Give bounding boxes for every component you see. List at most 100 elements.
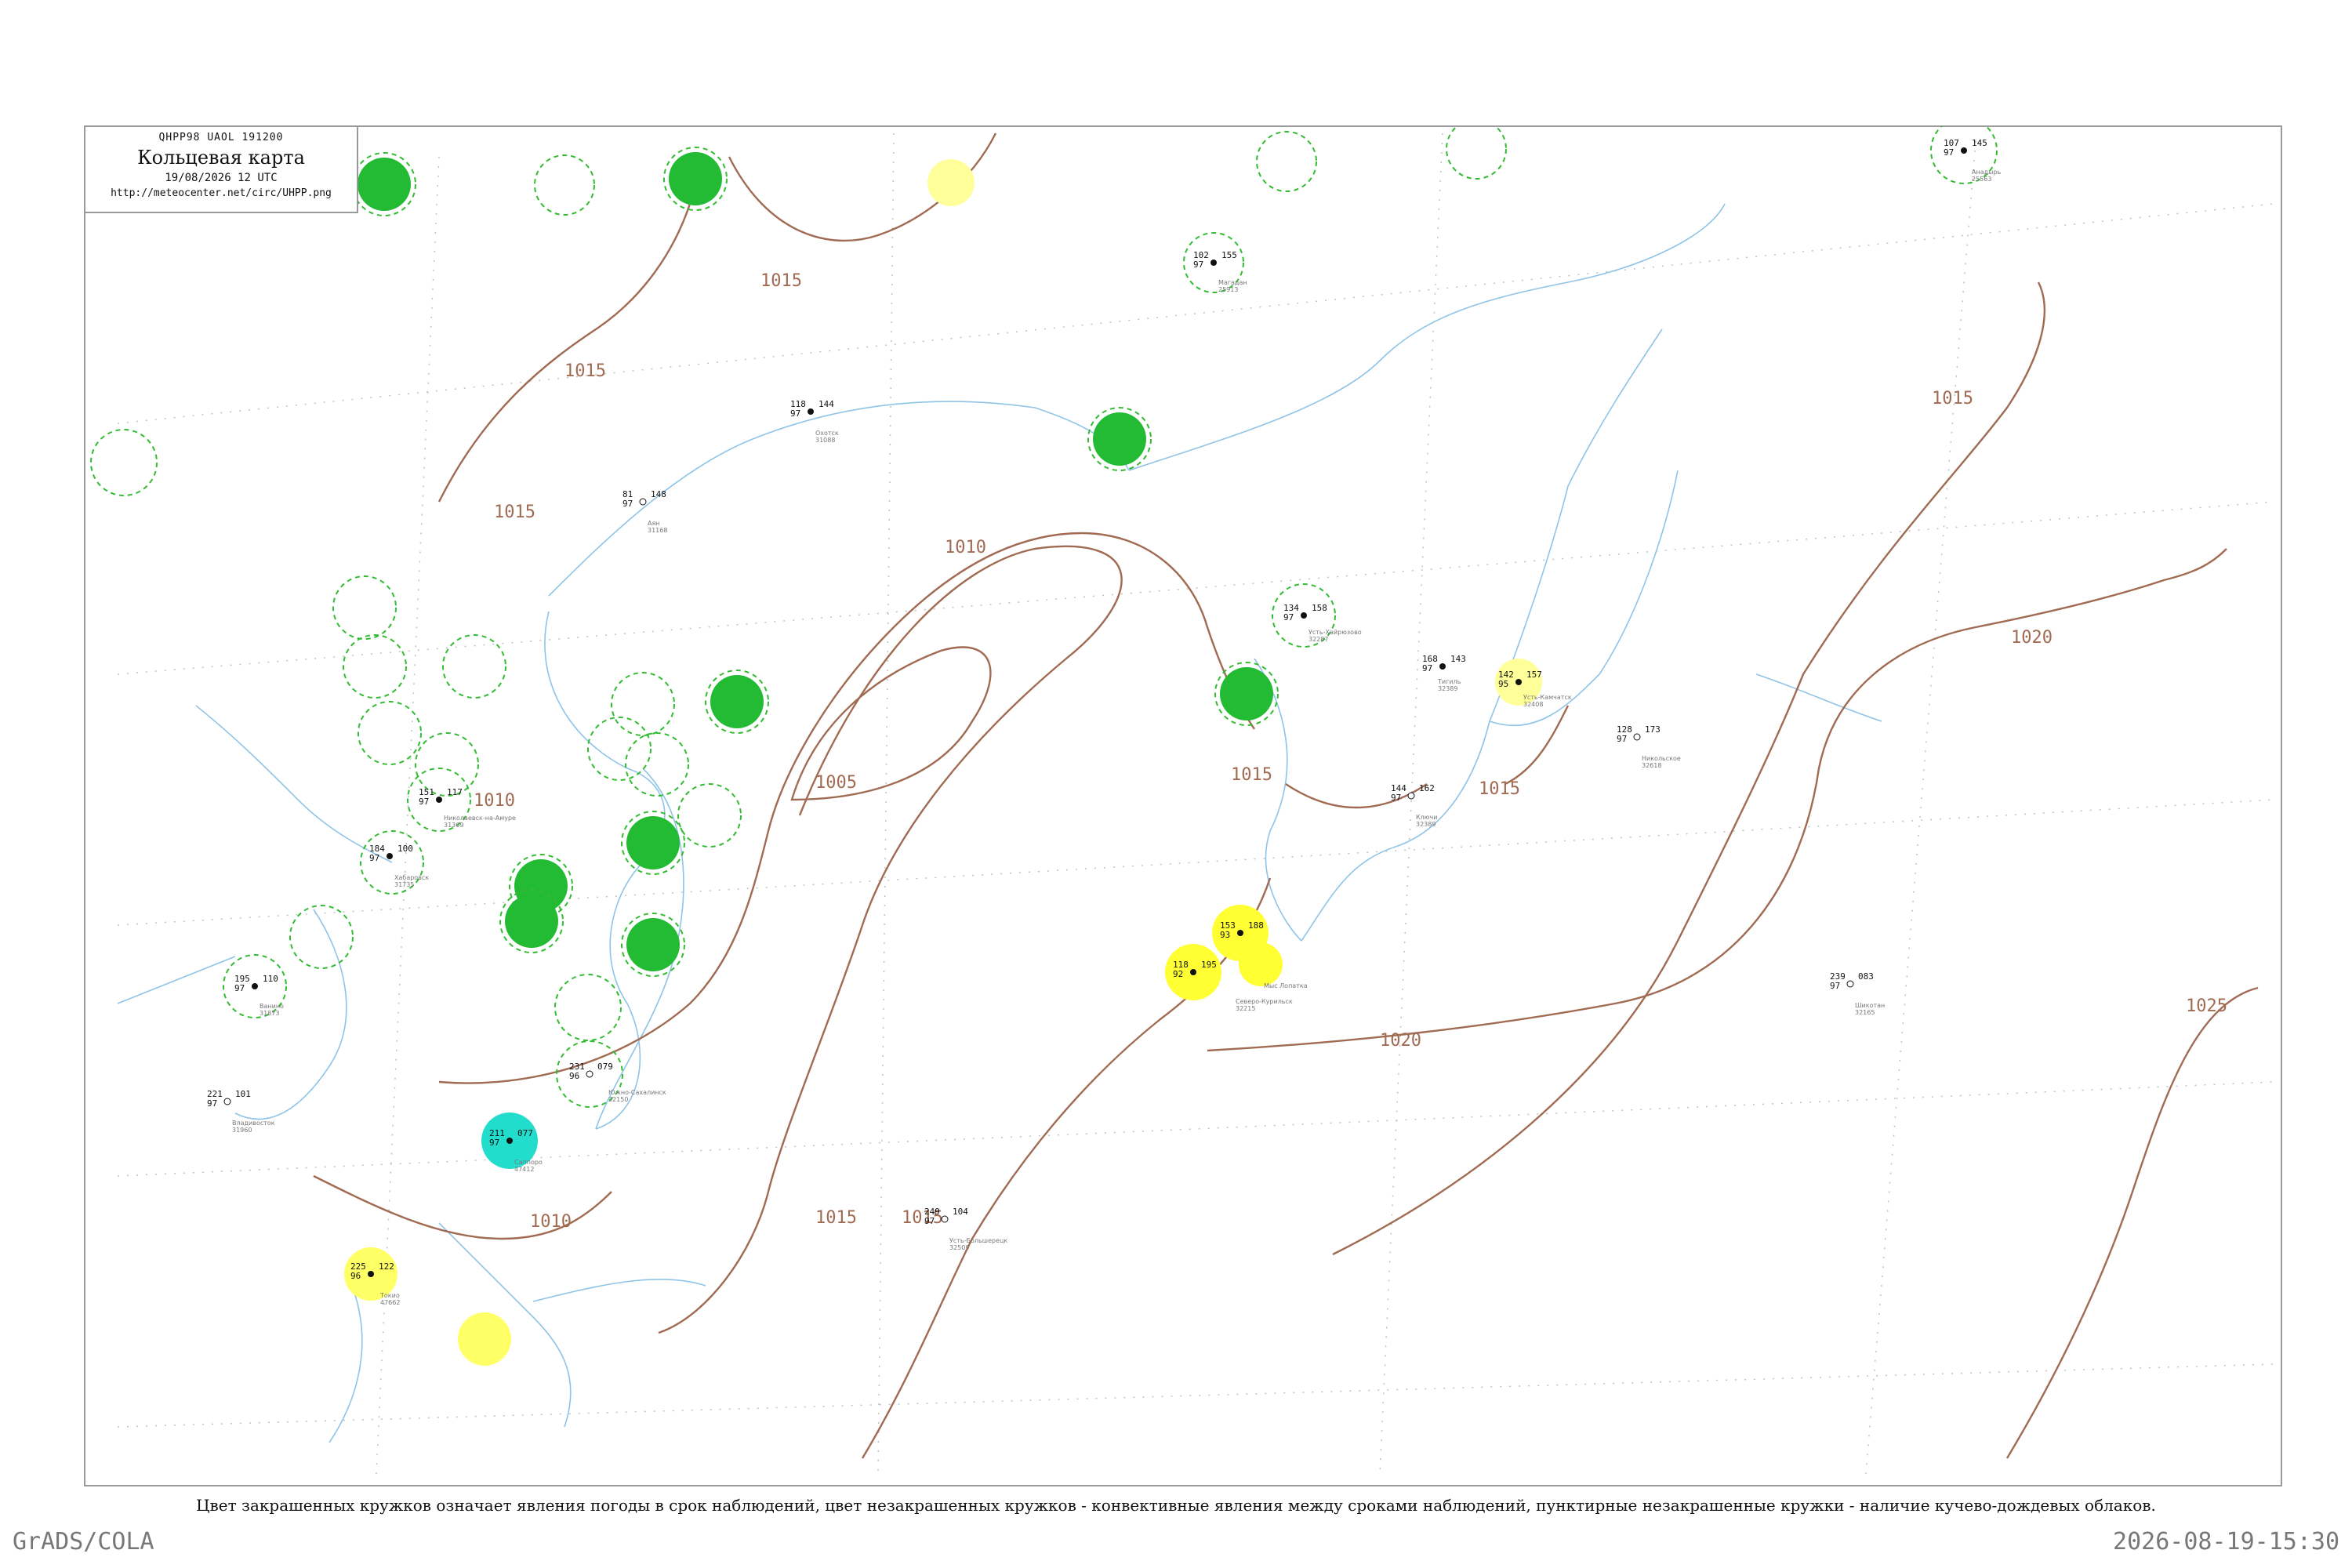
station-vanino: 195 110 97 Ванино 31873 [234, 974, 284, 1017]
svg-text:97: 97 [622, 499, 633, 509]
svg-text:Тигиль: Тигиль [1437, 678, 1461, 685]
station-ayan: 81 148 97 Аян 31168 [622, 489, 667, 534]
render-timestamp: 2026-08-19-15:30 [2113, 1528, 2339, 1555]
svg-text:148: 148 [651, 489, 666, 499]
svg-text:Николаевск-на-Амуре: Николаевск-на-Амуре [444, 815, 516, 822]
svg-text:97: 97 [1944, 147, 1954, 158]
cb-ring [289, 905, 354, 969]
light-weather-ring [927, 159, 975, 206]
svg-text:1020: 1020 [2011, 628, 2053, 648]
svg-text:077: 077 [517, 1128, 533, 1138]
svg-text:93: 93 [1220, 930, 1230, 940]
svg-text:Усть-Большерецк: Усть-Большерецк [949, 1237, 1007, 1244]
svg-text:1020: 1020 [1380, 1031, 1421, 1051]
cb-ring [677, 783, 742, 848]
svg-text:32150: 32150 [608, 1096, 628, 1103]
cb-ring [611, 672, 675, 736]
legend-footnote: Цвет закрашенных кружков означает явлени… [196, 1496, 2156, 1515]
svg-text:97: 97 [419, 797, 429, 807]
svg-text:Охотск: Охотск [815, 430, 839, 437]
precip-ring [710, 675, 764, 728]
svg-text:97: 97 [489, 1138, 499, 1148]
cb-ring [332, 575, 397, 640]
svg-text:1005: 1005 [815, 773, 857, 793]
svg-text:96: 96 [569, 1071, 579, 1081]
cb-ring [358, 701, 422, 765]
svg-text:Усть-Камчатск: Усть-Камчатск [1523, 694, 1572, 701]
synoptic-map: 1015 1015 1015 1010 1005 1010 1015 1015 … [90, 126, 2274, 1475]
precip-ring [1093, 412, 1146, 466]
svg-text:32287: 32287 [1308, 636, 1328, 643]
svg-text:Северо-Курильск: Северо-Курильск [1236, 998, 1293, 1005]
cb-ring [625, 732, 689, 797]
station-ust-bolsheretsk: 249 104 97 Усть-Большерецк 32509 [924, 1207, 1007, 1251]
svg-text:Хабаровск: Хабаровск [394, 874, 429, 881]
svg-text:Южно-Сахалинск: Южно-Сахалинск [608, 1089, 666, 1096]
precip-ring [1220, 667, 1273, 720]
svg-text:158: 158 [1312, 603, 1327, 613]
svg-text:31735: 31735 [394, 881, 414, 888]
svg-text:97: 97 [1617, 734, 1627, 744]
station-yuzhno-sakhalinsk: 231 079 96 Южно-Сахалинск 32150 [569, 1062, 666, 1103]
svg-text:1015: 1015 [1231, 765, 1272, 785]
station-nikolskoye: 128 173 97 Никольское 32618 [1617, 724, 1681, 769]
svg-text:083: 083 [1858, 971, 1874, 982]
map-datetime: 19/08/2026 12 UTC [165, 172, 278, 184]
precip-ring [626, 816, 680, 869]
svg-text:Аян: Аян [648, 520, 660, 527]
svg-text:144: 144 [818, 399, 834, 409]
precip-ring [626, 918, 680, 971]
svg-text:31168: 31168 [648, 527, 667, 534]
svg-text:92: 92 [1173, 969, 1183, 979]
svg-text:31960: 31960 [232, 1127, 252, 1134]
svg-text:Ключи: Ключи [1416, 814, 1437, 821]
svg-text:31088: 31088 [815, 437, 835, 444]
svg-text:32215: 32215 [1236, 1005, 1255, 1012]
svg-text:145: 145 [1972, 138, 1987, 148]
svg-text:31369: 31369 [444, 822, 463, 829]
svg-text:110: 110 [263, 974, 278, 984]
svg-text:95: 95 [1498, 679, 1508, 689]
svg-text:Шикотан: Шикотан [1855, 1002, 1885, 1009]
fog-ring [1239, 942, 1283, 986]
station-tigil: 168 143 97 Тигиль 32389 [1422, 654, 1466, 692]
svg-text:1010: 1010 [945, 538, 986, 557]
svg-text:188: 188 [1248, 920, 1264, 931]
svg-text:104: 104 [953, 1207, 968, 1217]
station-shikotan: 239 083 97 Шикотан 32165 [1830, 971, 1885, 1016]
cb-ring [90, 429, 158, 496]
isobar-labels: 1015 1015 1015 1010 1005 1010 1015 1015 … [474, 271, 2227, 1232]
svg-text:117: 117 [447, 787, 463, 797]
svg-text:Анадырь: Анадырь [1972, 169, 2002, 176]
svg-text:32165: 32165 [1855, 1009, 1875, 1016]
software-credit: GrADS/COLA [13, 1528, 154, 1555]
svg-text:97: 97 [1391, 793, 1401, 803]
svg-text:101: 101 [235, 1089, 251, 1099]
svg-text:97: 97 [1830, 981, 1840, 991]
svg-text:Саппоро: Саппоро [514, 1159, 543, 1166]
svg-text:157: 157 [1526, 670, 1542, 680]
svg-text:1015: 1015 [815, 1208, 857, 1228]
svg-text:97: 97 [924, 1216, 935, 1226]
svg-text:Усть-Хайрюзово: Усть-Хайрюзово [1308, 629, 1362, 636]
svg-text:47662: 47662 [380, 1299, 400, 1306]
svg-text:25563: 25563 [1972, 176, 1991, 183]
svg-text:173: 173 [1645, 724, 1661, 735]
map-source-url: http://meteocenter.net/circ/UHPP.png [111, 187, 332, 199]
svg-text:32389: 32389 [1438, 685, 1457, 692]
svg-text:97: 97 [1422, 663, 1432, 673]
svg-text:97: 97 [790, 408, 800, 419]
svg-text:96: 96 [350, 1271, 361, 1281]
cb-ring [343, 634, 407, 699]
svg-text:143: 143 [1450, 654, 1466, 664]
precip-ring [358, 158, 411, 211]
svg-text:155: 155 [1221, 250, 1237, 260]
svg-text:195: 195 [1201, 960, 1217, 970]
station-plots: 168 143 97 Тигиль 32389 142 157 95 Усть-… [207, 138, 2002, 1306]
svg-text:1015: 1015 [564, 361, 606, 381]
svg-text:1010: 1010 [474, 791, 515, 811]
svg-text:Ванино: Ванино [260, 1003, 284, 1010]
cb-ring [415, 732, 479, 797]
svg-text:100: 100 [397, 844, 413, 854]
map-title-box: QHPP98 UAOL 191200 Кольцевая карта 19/08… [84, 125, 358, 213]
